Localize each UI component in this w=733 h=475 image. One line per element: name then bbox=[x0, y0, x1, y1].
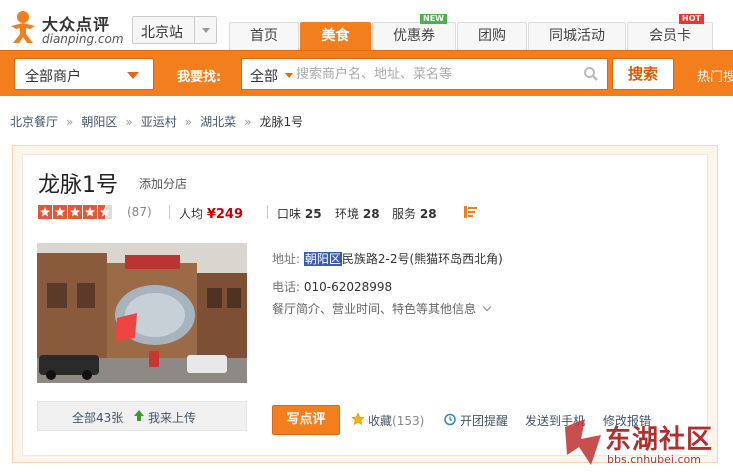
new-badge: NEW bbox=[420, 14, 447, 24]
star-icon bbox=[38, 205, 52, 219]
search-input[interactable] bbox=[296, 63, 576, 85]
environment-label: 环境 bbox=[335, 207, 360, 221]
review-count[interactable]: (87) bbox=[127, 205, 152, 219]
shop-photo[interactable] bbox=[37, 243, 247, 383]
forum-watermark: 东湖社区 bbs.cnhubei.com bbox=[555, 405, 733, 475]
add-branch-link[interactable]: 添加分店 bbox=[139, 175, 187, 192]
tab-label: 同城活动 bbox=[549, 28, 605, 44]
search-icon[interactable] bbox=[583, 66, 599, 82]
more-info-toggle[interactable]: 餐厅简介、营业时间、特色等其他信息 bbox=[272, 300, 492, 317]
star-icon bbox=[53, 205, 67, 219]
divider bbox=[169, 205, 170, 219]
group-alert-label: 开团提醒 bbox=[460, 414, 509, 428]
tab-home[interactable]: 首页 bbox=[229, 22, 299, 50]
star-icon bbox=[83, 205, 97, 219]
watermark-logo-icon bbox=[565, 419, 601, 465]
category-label: 全部商户 bbox=[25, 69, 81, 85]
favorite-button[interactable]: 收藏(153) bbox=[351, 412, 425, 429]
search-bar: 全部商户 我要找: 全部 搜索 热门搜 bbox=[0, 50, 733, 96]
address-district[interactable]: 朝阳区 bbox=[303, 252, 342, 266]
tab-group-buy[interactable]: 团购 bbox=[457, 22, 527, 50]
address-line: 地址: 朝阳区民族路2-2号(熊猫环岛西北角) bbox=[272, 250, 503, 267]
chevron-down-icon bbox=[127, 72, 139, 79]
search-scope-dropdown[interactable]: 全部 bbox=[250, 66, 278, 86]
breadcrumb-current: 龙脉1号 bbox=[259, 115, 304, 129]
search-button[interactable]: 搜索 bbox=[612, 58, 674, 90]
breadcrumb-separator: » bbox=[125, 115, 133, 129]
all-photos-link[interactable]: 全部43张 bbox=[72, 409, 123, 426]
avg-price-label: 人均 bbox=[179, 207, 204, 221]
half-star-icon bbox=[98, 205, 112, 219]
group-alert-button[interactable]: 开团提醒 bbox=[444, 412, 509, 429]
service-label: 服务 bbox=[392, 207, 417, 221]
city-label: 北京站 bbox=[141, 25, 183, 41]
city-selector[interactable]: 北京站 bbox=[132, 16, 217, 44]
environment-value: 28 bbox=[362, 207, 380, 221]
taste-score: 口味 25 bbox=[277, 205, 322, 222]
tab-member-card[interactable]: 会员卡 HOT bbox=[627, 14, 713, 50]
breadcrumb-link[interactable]: 朝阳区 bbox=[81, 115, 117, 129]
breadcrumb-separator: » bbox=[244, 115, 252, 129]
breadcrumb-separator: » bbox=[66, 115, 74, 129]
write-review-button[interactable]: 写点评 bbox=[272, 405, 340, 435]
chevron-down-icon[interactable] bbox=[285, 73, 293, 78]
chevron-down-icon bbox=[482, 302, 492, 312]
tab-label: 会员卡 bbox=[649, 28, 691, 44]
watermark-text: 东湖社区 bbox=[605, 425, 714, 455]
tab-food[interactable]: 美食 bbox=[300, 22, 371, 50]
address-label: 地址: bbox=[272, 252, 301, 266]
category-dropdown[interactable]: 全部商户 bbox=[14, 58, 154, 90]
address-value: 民族路2-2号(熊猫环岛西北角) bbox=[341, 252, 503, 266]
tab-coupons[interactable]: 优惠券 NEW bbox=[372, 14, 456, 50]
divider bbox=[267, 205, 268, 219]
tab-label: 美食 bbox=[321, 28, 350, 44]
avg-price-value: ¥249 bbox=[206, 207, 244, 222]
breadcrumb-link[interactable]: 亚运村 bbox=[141, 115, 177, 129]
phone-label: 电话: bbox=[272, 280, 301, 294]
hot-search-label[interactable]: 热门搜 bbox=[697, 66, 733, 85]
favorite-count: (153) bbox=[392, 414, 425, 428]
tab-label: 团购 bbox=[478, 28, 506, 44]
breadcrumb-separator: » bbox=[184, 115, 193, 129]
tab-local-events[interactable]: 同城活动 bbox=[528, 22, 626, 50]
watermark-url: bbs.cnhubei.com bbox=[607, 453, 701, 466]
score-detail-icon[interactable] bbox=[464, 206, 478, 218]
photo-footer: 全部43张 我来上传 bbox=[37, 401, 247, 431]
breadcrumb: 北京餐厅 » 朝阳区 » 亚运村 » 湖北菜 » 龙脉1号 bbox=[10, 113, 303, 130]
more-info-label: 餐厅简介、营业时间、特色等其他信息 bbox=[272, 302, 477, 316]
phone-value: 010-62028998 bbox=[303, 280, 393, 294]
search-box: 全部 bbox=[241, 58, 608, 90]
favorite-label: 收藏 bbox=[368, 414, 393, 428]
logo-domain: dianping.com bbox=[42, 32, 124, 46]
tab-label: 首页 bbox=[250, 28, 278, 44]
alarm-clock-icon bbox=[444, 413, 456, 426]
upload-label: 我来上传 bbox=[148, 411, 197, 425]
breadcrumb-link[interactable]: 湖北菜 bbox=[200, 115, 236, 129]
chevron-down-icon[interactable] bbox=[194, 17, 216, 43]
phone-line: 电话: 010-62028998 bbox=[272, 278, 392, 295]
dianping-logo[interactable]: 大众点评 dianping.com bbox=[8, 10, 128, 50]
star-icon bbox=[68, 205, 82, 219]
search-prompt: 我要找: bbox=[177, 70, 222, 85]
logo-figure-icon bbox=[11, 11, 35, 43]
environment-score: 环境 28 bbox=[335, 205, 380, 222]
upload-photo-link[interactable]: 我来上传 bbox=[134, 409, 197, 426]
hot-badge: HOT bbox=[679, 14, 704, 24]
taste-value: 25 bbox=[304, 207, 322, 221]
star-icon bbox=[351, 412, 365, 426]
taste-label: 口味 bbox=[277, 207, 302, 221]
shop-name: 龙脉1号 bbox=[38, 173, 118, 198]
service-value: 28 bbox=[419, 207, 437, 221]
breadcrumb-link[interactable]: 北京餐厅 bbox=[10, 115, 58, 129]
tab-label: 优惠券 bbox=[393, 28, 435, 44]
service-score: 服务 28 bbox=[392, 205, 437, 222]
upload-arrow-icon bbox=[134, 410, 144, 421]
avg-price: 人均 ¥249 bbox=[179, 205, 243, 222]
